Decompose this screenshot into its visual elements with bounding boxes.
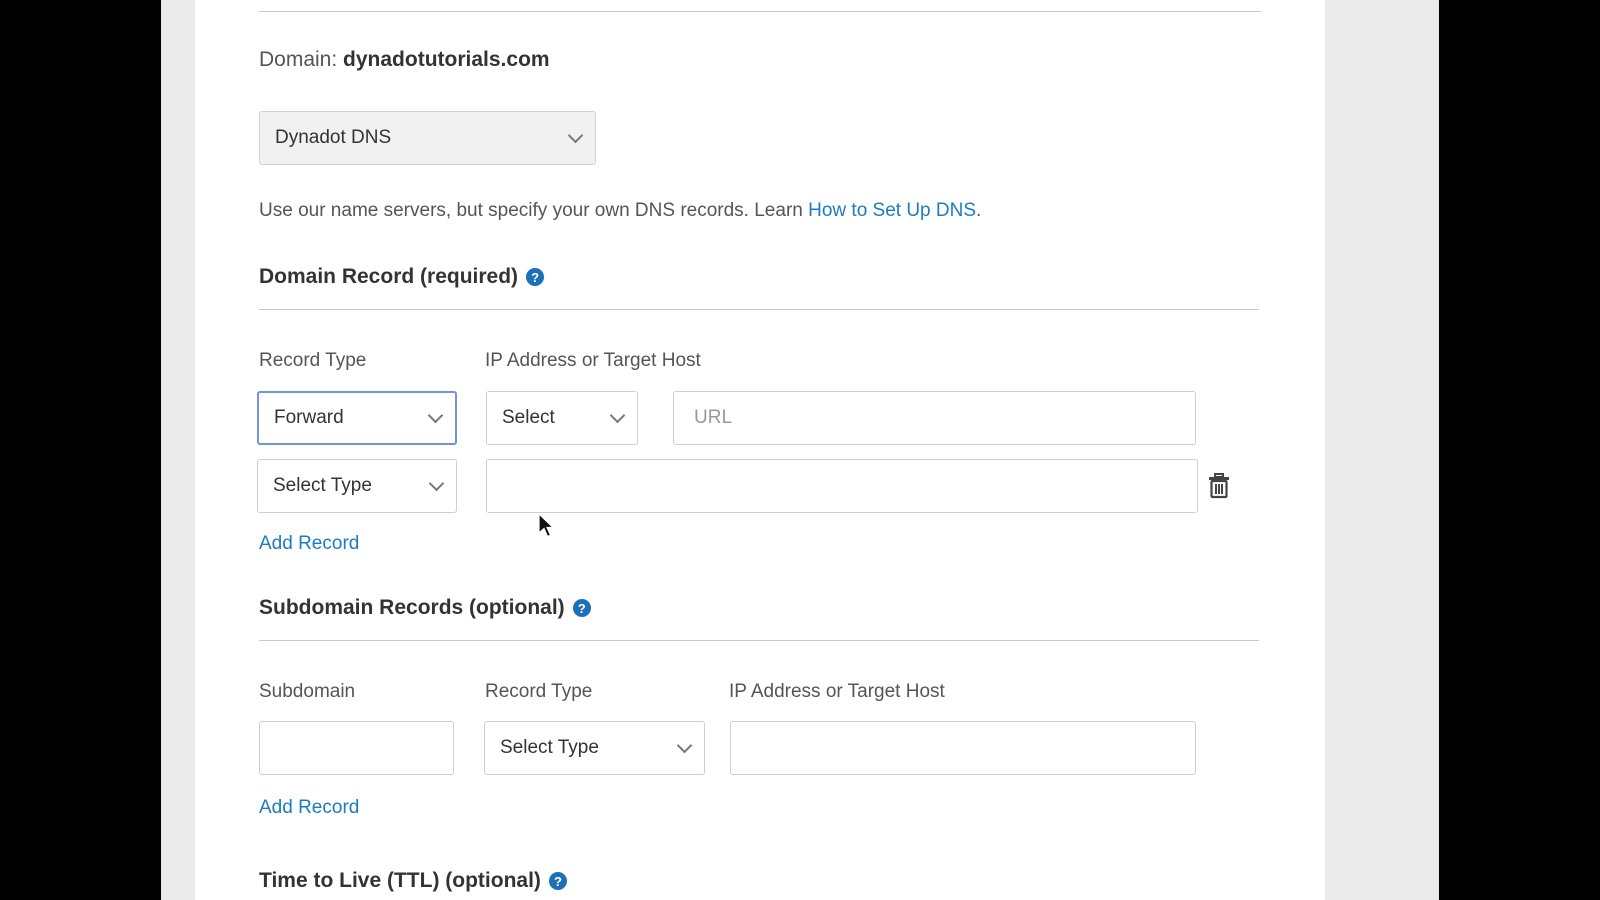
subdomain-record-type-label: Record Type (485, 681, 593, 702)
dns-description-trailing: . (976, 200, 982, 221)
top-divider (259, 11, 1261, 12)
domain-label: Domain: (259, 48, 338, 71)
target-host-input[interactable] (486, 459, 1198, 513)
dns-settings-panel: Domain: dynadotutorials.com Dynadot DNS … (195, 0, 1325, 900)
target-host-label: IP Address or Target Host (485, 350, 701, 371)
chevron-down-icon (427, 407, 444, 423)
subdomain-label: Subdomain (259, 681, 356, 702)
question-circle-icon[interactable]: ? (548, 872, 567, 890)
record-type-value-2: Select Type (273, 475, 372, 496)
chevron-down-icon (676, 737, 693, 753)
question-circle-icon[interactable]: ? (572, 599, 591, 617)
domain-heading: Domain: dynadotutorials.com (259, 48, 550, 72)
url-input[interactable]: URL (673, 391, 1196, 445)
dns-description: Use our name servers, but specify your o… (259, 200, 981, 222)
url-placeholder: URL (694, 407, 733, 428)
domain-record-title-text: Domain Record (required) (259, 265, 519, 288)
chevron-down-icon (567, 127, 584, 143)
dns-type-select[interactable]: Dynadot DNS (259, 111, 596, 165)
subdomain-records-divider (259, 640, 1259, 641)
ttl-title-text: Time to Live (TTL) (optional) (259, 869, 541, 892)
domain-record-divider (259, 309, 1259, 310)
chevron-down-icon (609, 407, 626, 423)
add-subdomain-record-link[interactable]: Add Record (259, 797, 359, 819)
subdomain-target-host-input[interactable] (730, 721, 1196, 775)
forward-subtype-value: Select (502, 407, 555, 428)
dns-type-value: Dynadot DNS (275, 127, 392, 148)
domain-record-title: Domain Record (required) ? (259, 265, 545, 289)
dns-description-text: Use our name servers, but specify your o… (259, 200, 809, 221)
question-circle-icon[interactable]: ? (526, 268, 545, 286)
subdomain-record-type-value: Select Type (500, 737, 599, 758)
subdomain-input[interactable] (259, 721, 454, 775)
forward-subtype-select[interactable]: Select (486, 391, 638, 445)
ttl-title: Time to Live (TTL) (optional) ? (259, 869, 567, 893)
chevron-down-icon (428, 475, 445, 491)
mouse-cursor-icon (538, 513, 555, 538)
add-domain-record-link[interactable]: Add Record (259, 533, 359, 555)
domain-name: dynadotutorials.com (343, 48, 550, 71)
subdomain-record-type-select[interactable]: Select Type (484, 721, 705, 775)
how-to-setup-dns-link[interactable]: How to Set Up DNS (808, 200, 976, 221)
subdomain-target-host-label: IP Address or Target Host (729, 681, 945, 702)
subdomain-records-title: Subdomain Records (optional) ? (259, 596, 591, 620)
subdomain-records-title-text: Subdomain Records (optional) (259, 596, 565, 619)
record-type-select-2[interactable]: Select Type (257, 459, 457, 513)
record-type-value: Forward (274, 407, 344, 428)
record-type-select[interactable]: Forward (257, 391, 457, 445)
trash-icon[interactable] (1208, 473, 1230, 499)
record-type-label: Record Type (259, 350, 367, 371)
